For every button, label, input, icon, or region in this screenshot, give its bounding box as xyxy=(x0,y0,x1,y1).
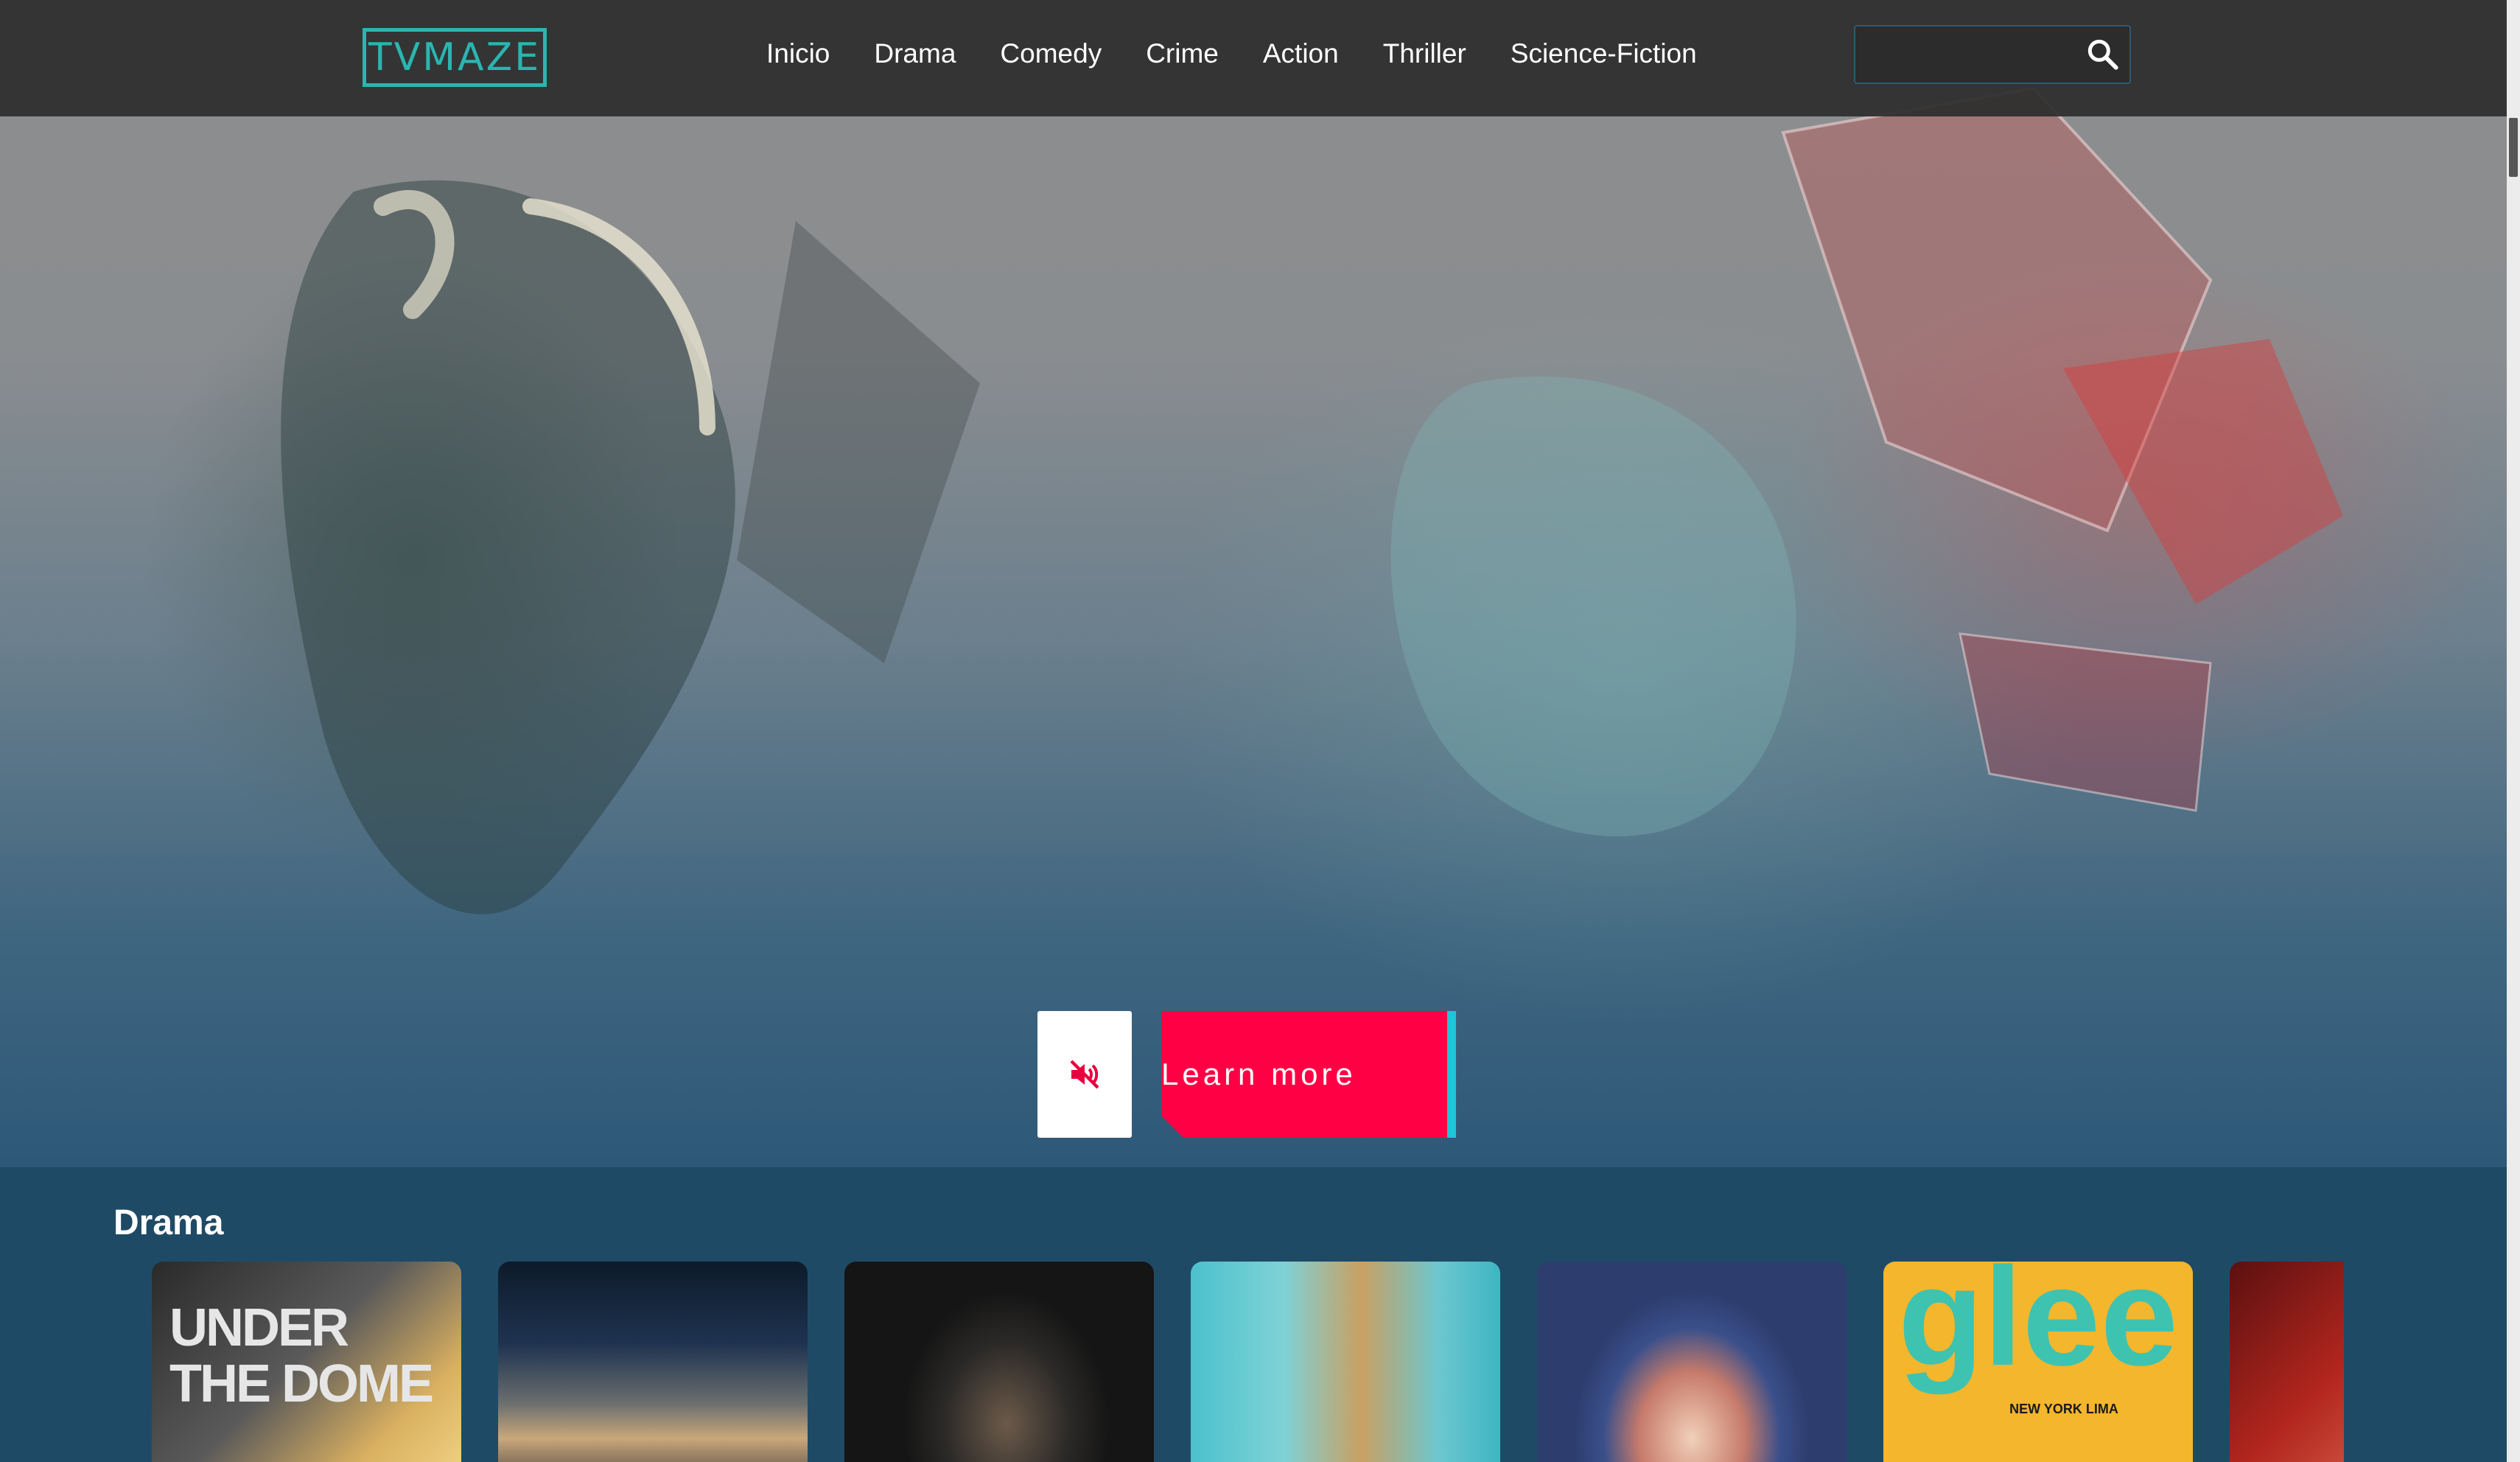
main-nav: Inicio Drama Comedy Crime Action Thrille… xyxy=(766,38,1741,69)
nav-item-action[interactable]: Action xyxy=(1263,38,1339,69)
page-scrollbar[interactable] xyxy=(2507,0,2520,1462)
poster-glee[interactable]: glee NEW YORK LIMA xyxy=(1883,1262,2193,1462)
poster-hooded-archer[interactable] xyxy=(844,1262,1154,1462)
hero-banner xyxy=(0,0,2507,1167)
top-navbar: TVMAZE Inicio Drama Comedy Crime Action … xyxy=(0,0,2507,116)
site-logo[interactable]: TVMAZE xyxy=(363,28,547,87)
scrollbar-thumb[interactable] xyxy=(2509,118,2518,177)
poster-cast-forest[interactable] xyxy=(498,1262,808,1462)
poster-subtitle: NEW YORK LIMA xyxy=(2009,1402,2118,1416)
poster-red-sky[interactable] xyxy=(2230,1262,2344,1462)
poster-title: glee xyxy=(1897,1262,2179,1395)
poster-woman-flag[interactable] xyxy=(1537,1262,1847,1462)
volume-off-icon xyxy=(1070,1060,1099,1089)
nav-item-comedy[interactable]: Comedy xyxy=(1000,38,1102,69)
nav-item-drama[interactable]: Drama xyxy=(874,38,956,69)
poster-title: UNDER THE DOME xyxy=(169,1298,434,1413)
nav-item-science-fiction[interactable]: Science-Fiction xyxy=(1511,38,1697,69)
search-box xyxy=(1854,25,2131,84)
search-icon[interactable] xyxy=(2084,35,2121,72)
nav-item-crime[interactable]: Crime xyxy=(1146,38,1219,69)
poster-man-portrait[interactable] xyxy=(1191,1262,1500,1462)
hero-artwork xyxy=(281,86,2343,914)
learn-more-button[interactable]: Learn more xyxy=(1161,1011,1456,1138)
poster-under-the-dome[interactable]: UNDER THE DOME xyxy=(152,1262,461,1462)
nav-item-thriller[interactable]: Thriller xyxy=(1383,38,1466,69)
nav-item-inicio[interactable]: Inicio xyxy=(766,38,830,69)
drama-poster-row: UNDER THE DOME glee NEW YORK LIMA xyxy=(152,1262,2344,1462)
mute-button[interactable] xyxy=(1037,1011,1132,1138)
search-input[interactable] xyxy=(1863,34,2072,78)
section-title-drama: Drama xyxy=(113,1203,224,1242)
